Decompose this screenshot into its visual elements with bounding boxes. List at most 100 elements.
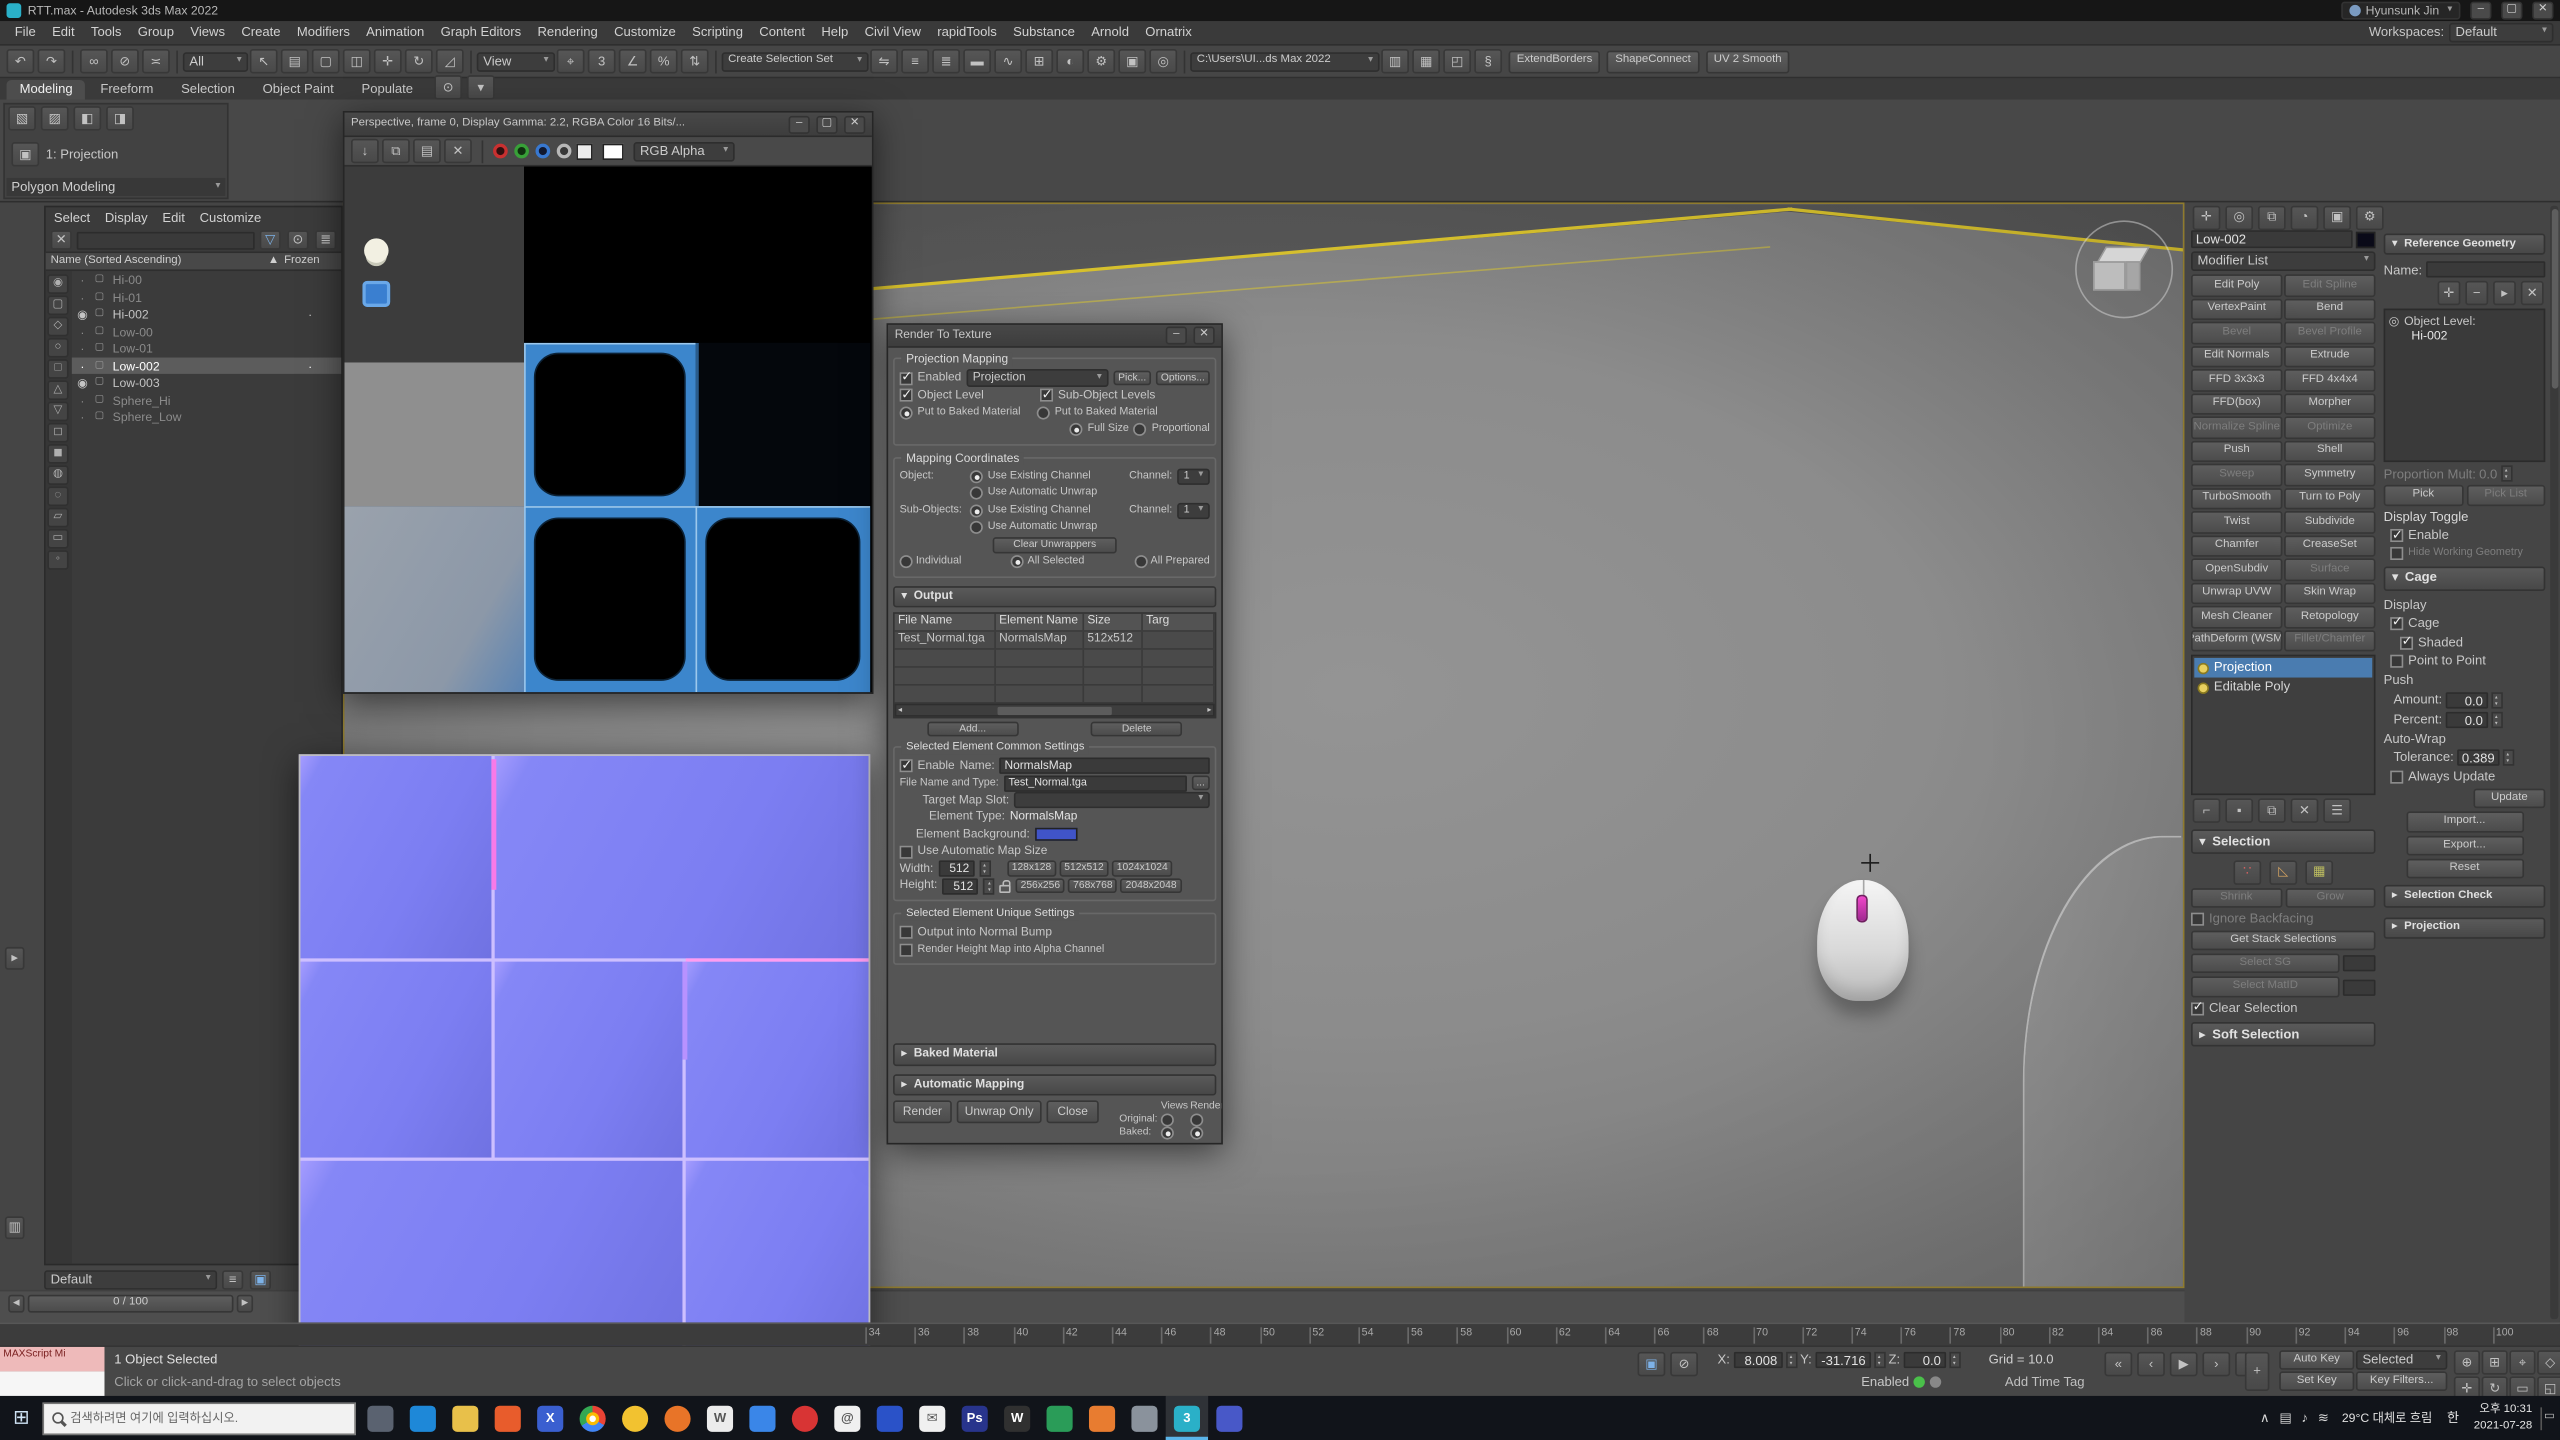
ribbon-collapse-icon[interactable]: ▾ — [467, 75, 495, 99]
output-column-header[interactable]: File Name — [895, 614, 996, 630]
y-spinner[interactable] — [1874, 1352, 1885, 1368]
panel-flyout-icon[interactable]: ▥ — [3, 1216, 26, 1239]
explorer-search-input[interactable] — [77, 231, 255, 249]
lock-aspect-icon[interactable] — [999, 884, 1010, 892]
rollout-selection-check[interactable]: ▸Selection Check — [2384, 885, 2546, 907]
explorer-filter-icon[interactable]: ▱ — [47, 508, 68, 528]
shaded-checkbox[interactable] — [2400, 636, 2413, 649]
visibility-dot-icon[interactable]: · — [75, 324, 90, 339]
modify-tab-icon[interactable]: ◎ — [2225, 205, 2253, 229]
z-coordinate-field[interactable]: 0.0 — [1903, 1352, 1945, 1368]
window-crossing-icon[interactable]: ◫ — [343, 49, 371, 73]
output-table[interactable]: File NameElement NameSizeTarg Test_Norma… — [893, 613, 1216, 719]
network-icon[interactable]: ≋ — [2313, 1410, 2334, 1426]
taskbar-app-icon[interactable] — [1123, 1396, 1165, 1440]
modifier-button-turn-to-poly[interactable]: Turn to Poly — [2284, 487, 2375, 509]
menu-animation[interactable]: Animation — [358, 25, 432, 41]
toggle-ribbon-icon[interactable]: ▬ — [963, 49, 991, 73]
rect-region-icon[interactable]: ▢ — [312, 49, 340, 73]
view-cube[interactable] — [2075, 220, 2173, 318]
save-image-icon[interactable]: ↓ — [351, 139, 379, 163]
prev-key-icon[interactable]: ‹ — [2137, 1352, 2165, 1376]
container-explorer-icon[interactable]: ◰ — [1443, 49, 1471, 73]
size-button-256x256[interactable]: 256x256 — [1016, 878, 1065, 894]
sub-auto-unwrap-radio[interactable] — [970, 521, 983, 534]
visibility-dot-icon[interactable]: · — [75, 341, 90, 356]
ignore-backfacing-checkbox[interactable] — [2191, 912, 2204, 925]
output-normal-bump-checkbox[interactable] — [900, 926, 913, 939]
menu-modifiers[interactable]: Modifiers — [289, 25, 358, 41]
name-column-header[interactable]: Name (Sorted Ascending) — [51, 255, 268, 269]
remove-modifier-icon[interactable]: ✕ — [2291, 798, 2319, 822]
view-cube-side[interactable] — [2126, 261, 2141, 290]
rollout-reference-geometry[interactable]: ▾Reference Geometry — [2384, 233, 2546, 255]
explorer-filter-icon[interactable]: ▭ — [47, 530, 68, 550]
get-stack-selections-button[interactable]: Get Stack Selections — [2191, 930, 2375, 950]
set-key-button[interactable]: Set Key — [2279, 1371, 2354, 1391]
put-to-baked-radio-1[interactable] — [900, 406, 913, 419]
timeline-tick[interactable]: 40 — [1013, 1327, 1028, 1343]
explorer-filter-icon[interactable]: ▢ — [47, 296, 68, 316]
output-table-hscrollbar[interactable]: ◂▸ — [895, 704, 1215, 717]
x-coordinate-field[interactable]: 8.008 — [1733, 1352, 1782, 1368]
mirror-icon[interactable]: ⇋ — [870, 49, 898, 73]
explorer-menu-customize[interactable]: Customize — [200, 210, 262, 226]
percent-spinner[interactable] — [2491, 711, 2502, 727]
all-prepared-radio[interactable] — [1134, 556, 1147, 569]
point-to-point-checkbox[interactable] — [2390, 655, 2403, 668]
curve-editor-icon[interactable]: ∿ — [994, 49, 1022, 73]
maxscript-mini-listener[interactable]: MAXScript Mi — [0, 1347, 104, 1398]
clear-selection-checkbox[interactable] — [2191, 1002, 2204, 1015]
enabled-green-dot-icon[interactable] — [1914, 1377, 1925, 1388]
render-production-icon[interactable]: ◎ — [1149, 49, 1177, 73]
key-mode-button[interactable]: + — [2243, 1352, 2271, 1391]
utilities-tab-icon[interactable]: ⚙ — [2356, 205, 2384, 229]
pm-options-button[interactable]: Options... — [1156, 370, 1210, 386]
menu-content[interactable]: Content — [751, 25, 813, 41]
menu-arnold[interactable]: Arnold — [1083, 25, 1137, 41]
project-folder-dropdown[interactable]: C:\Users\UI...ds Max 2022▾ — [1190, 51, 1379, 71]
menu-help[interactable]: Help — [813, 25, 856, 41]
explorer-filter-icon[interactable]: ◇ — [47, 317, 68, 337]
explorer-filter-icon[interactable]: □ — [47, 360, 68, 380]
explorer-settings-icon[interactable]: ≣ — [315, 230, 336, 250]
rendered-frame-icon[interactable]: ▣ — [1118, 49, 1146, 73]
eye-icon[interactable]: ◉ — [75, 307, 90, 322]
timeline-tick[interactable]: 52 — [1309, 1327, 1324, 1343]
modifier-button-normalize-spline[interactable]: Normalize Spline — [2191, 416, 2282, 438]
close-button[interactable]: ✕ — [2532, 2, 2553, 20]
explorer-filter-icon[interactable]: ◉ — [47, 275, 68, 295]
bind-spacewarp-icon[interactable]: ≍ — [142, 49, 170, 73]
workspaces-dropdown[interactable]: Default▾ — [2449, 23, 2553, 43]
timeline-tick[interactable]: 36 — [915, 1327, 930, 1343]
size-button-2048x2048[interactable]: 2048x2048 — [1121, 878, 1182, 894]
projection-slot-icon[interactable]: ▣ — [11, 142, 39, 166]
size-button-128x128[interactable]: 128x128 — [1007, 861, 1056, 877]
timeline-tick[interactable]: 80 — [1999, 1327, 2014, 1343]
ribbon-tab-object-paint[interactable]: Object Paint — [250, 81, 347, 100]
modifier-button-shell[interactable]: Shell — [2284, 440, 2375, 462]
maxscript-white-line[interactable] — [0, 1371, 104, 1397]
menu-ornatrix[interactable]: Ornatrix — [1137, 25, 1200, 41]
use-center-icon[interactable]: ⌖ — [557, 49, 585, 73]
timeline-tick[interactable]: 74 — [1852, 1327, 1867, 1343]
stack-item-projection[interactable]: Projection — [2194, 658, 2372, 678]
timeline-tick[interactable]: 90 — [2246, 1327, 2261, 1343]
full-size-radio[interactable] — [1070, 423, 1083, 436]
timeline-tick[interactable]: 98 — [2443, 1327, 2458, 1343]
active-layer-dropdown[interactable]: Default▾ — [44, 1269, 217, 1289]
modifier-button-opensubdiv[interactable]: OpenSubdiv — [2191, 558, 2282, 580]
motion-tab-icon[interactable]: ◔ — [2291, 205, 2319, 229]
weather-status[interactable]: 29°C 대체로 흐림 — [2334, 1411, 2441, 1426]
modifier-button-push[interactable]: Push — [2191, 440, 2282, 462]
timeline-tick[interactable]: 50 — [1260, 1327, 1275, 1343]
explorer-filter-icon[interactable]: ◻ — [47, 423, 68, 443]
rfw-minimize-button[interactable]: – — [789, 115, 810, 133]
modifier-button-twist[interactable]: Twist — [2191, 511, 2282, 533]
layer-list-icon[interactable]: ≡ — [222, 1269, 243, 1289]
timeline-tick[interactable]: 86 — [2147, 1327, 2162, 1343]
mono-channel-icon[interactable] — [576, 143, 592, 159]
timeline-tick[interactable]: 92 — [2295, 1327, 2310, 1343]
minimize-button[interactable]: – — [2470, 2, 2491, 20]
modifier-button-surface[interactable]: Surface — [2284, 558, 2375, 580]
